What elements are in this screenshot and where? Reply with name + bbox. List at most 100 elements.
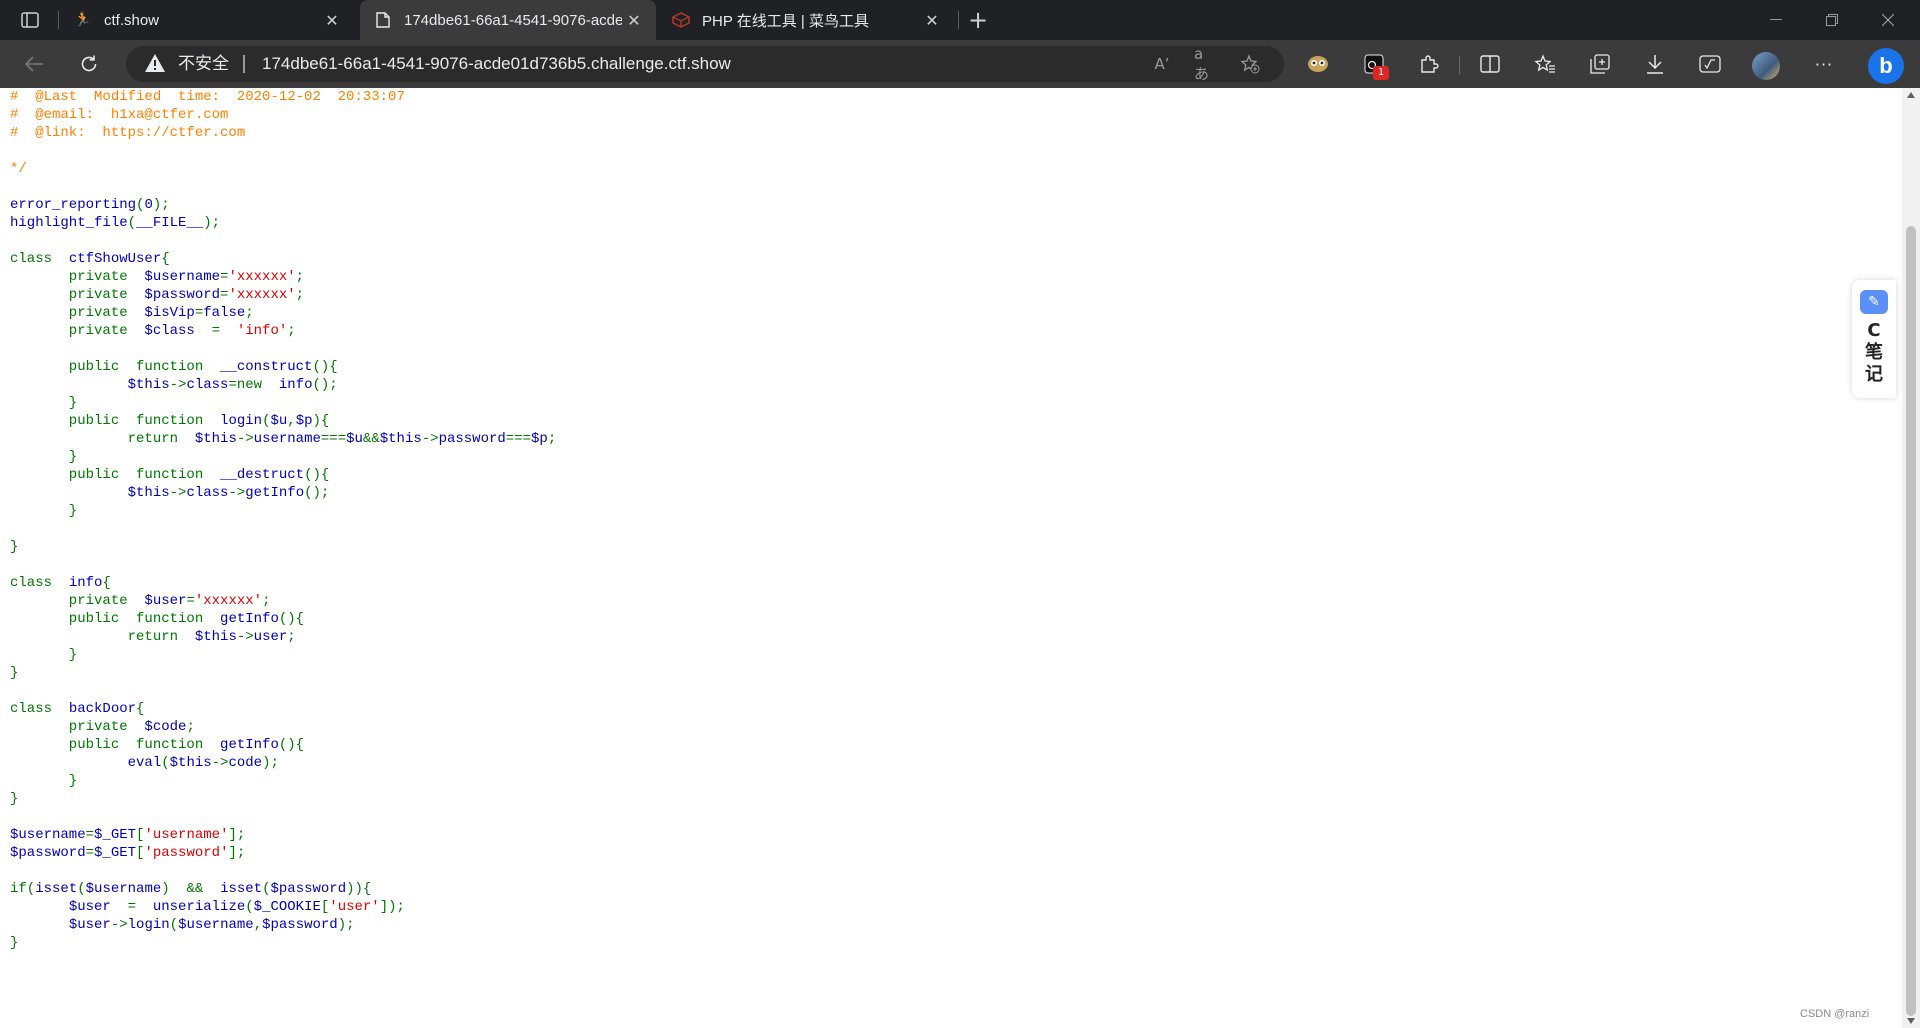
math-solver-icon[interactable] [1696, 50, 1724, 78]
refresh-button[interactable] [75, 50, 103, 78]
note-pen-icon: ✎ [1860, 290, 1888, 314]
code-line: } [10, 790, 556, 808]
code-line: } [10, 646, 556, 664]
code-token: $u [346, 431, 363, 447]
code-token: __destruct [220, 467, 305, 483]
close-window-icon[interactable] [1860, 0, 1916, 40]
code-line: eval($this->code); [10, 754, 556, 772]
code-line: $this->class=new info(); [10, 376, 556, 394]
code-token: isset [35, 881, 78, 897]
warning-icon[interactable] [144, 53, 166, 75]
back-button[interactable] [20, 50, 48, 78]
code-line: class backDoor{ [10, 700, 556, 718]
code-token: public function [10, 611, 221, 627]
tab-ctf-show[interactable]: 🏃 ctf.show ✕ [62, 0, 354, 40]
code-token: unserialize [152, 899, 246, 915]
bing-copilot-button[interactable]: b [1868, 48, 1904, 84]
code-token: # @Last Modified time: 2020-12-02 20:33:… [10, 89, 405, 105]
close-tab-icon[interactable]: ✕ [320, 11, 344, 30]
close-tab-icon[interactable]: ✕ [920, 11, 944, 30]
code-line: error_reporting(0); [10, 196, 556, 214]
code-token: $u [270, 413, 288, 429]
csdn-note-widget[interactable]: ✎ C 笔 记 [1852, 280, 1896, 398]
code-token: } [10, 449, 78, 465]
tab-runoob[interactable]: PHP 在线工具 | 菜鸟工具 ✕ [660, 0, 954, 40]
code-token: ( [77, 881, 86, 897]
favorites-icon[interactable] [1531, 50, 1559, 78]
code-token: info [278, 377, 313, 393]
more-options-icon[interactable]: ··· [1810, 50, 1838, 78]
code-token: === [320, 431, 347, 447]
code-token: code [228, 755, 263, 771]
code-line: $password=$_GET['password']; [10, 844, 556, 862]
code-token: __construct [220, 359, 313, 375]
code-token: ( [245, 899, 254, 915]
code-token: { [102, 575, 111, 591]
translate-icon[interactable]: aあ [1194, 45, 1218, 83]
restore-icon[interactable] [1804, 0, 1860, 40]
code-token: */ [10, 161, 27, 177]
code-token: && [362, 431, 380, 447]
code-token: login [127, 917, 170, 933]
code-line: public function login($u,$p){ [10, 412, 556, 430]
code-token: ); [262, 755, 279, 771]
code-line: $user = unserialize($_COOKIE['user']); [10, 898, 556, 916]
code-line: public function __construct(){ [10, 358, 556, 376]
read-aloud-icon[interactable]: A’ [1150, 52, 1174, 76]
code-token: 'password' [144, 845, 229, 861]
code-token: $user [68, 899, 128, 915]
extension-owl-icon[interactable] [1304, 50, 1332, 78]
code-token: (){ [278, 737, 305, 753]
watermark: CSDN @ranzi [1800, 1008, 1870, 1020]
code-token: class [10, 701, 69, 717]
code-line: } [10, 664, 556, 682]
profile-avatar[interactable] [1752, 52, 1780, 80]
close-tab-icon[interactable]: ✕ [622, 11, 646, 30]
downloads-icon[interactable] [1641, 50, 1669, 78]
minimize-icon[interactable] [1748, 0, 1804, 40]
scroll-up-arrow-icon[interactable] [1907, 92, 1915, 98]
url-text[interactable]: 174dbe61-66a1-4541-9076-acde01d736b5.cha… [262, 46, 731, 82]
code-line: } [10, 448, 556, 466]
php-source-code: # @Last Modified time: 2020-12-02 20:33:… [10, 88, 556, 952]
code-token: $p [531, 431, 548, 447]
tab-challenge[interactable]: 174dbe61-66a1-4541-9076-acde ✕ [360, 0, 656, 40]
code-line: $username=$_GET['username']; [10, 826, 556, 844]
code-token: = [211, 323, 237, 339]
code-line: private $user='xxxxxx'; [10, 592, 556, 610]
new-tab-button[interactable]: + [964, 6, 992, 34]
code-token: eval [127, 755, 162, 771]
code-token: ; [295, 269, 305, 285]
tab-actions-icon[interactable] [16, 6, 44, 34]
code-token: ctfShowUser [68, 251, 162, 267]
vertical-scrollbar[interactable] [1902, 88, 1920, 1028]
collections-icon[interactable] [1586, 50, 1614, 78]
code-line: } [10, 538, 556, 556]
address-bar[interactable]: 不安全 174dbe61-66a1-4541-9076-acde01d736b5… [126, 45, 1284, 83]
code-line: if(isset($username) && isset($password))… [10, 880, 556, 898]
code-token: 'user' [329, 899, 380, 915]
extensions-puzzle-icon[interactable] [1415, 50, 1443, 78]
code-line: highlight_file(__FILE__); [10, 214, 556, 232]
code-token: getInfo [220, 611, 279, 627]
code-token: $this [379, 431, 422, 447]
browser-toolbar: 不安全 174dbe61-66a1-4541-9076-acde01d736b5… [0, 40, 1920, 88]
code-token: -> [169, 377, 187, 393]
split-screen-icon[interactable] [1476, 50, 1504, 78]
code-token: private [10, 719, 145, 735]
code-token: 'xxxxxx' [194, 593, 263, 609]
code-token: public function [10, 413, 221, 429]
security-label[interactable]: 不安全 [178, 46, 229, 82]
code-token: ( [169, 917, 179, 933]
code-token: getInfo [245, 485, 305, 501]
code-token: , [287, 413, 296, 429]
scroll-down-arrow-icon[interactable] [1907, 1018, 1915, 1024]
scrollbar-thumb[interactable] [1906, 226, 1916, 1016]
code-line: return $this->user; [10, 628, 556, 646]
code-token: ; [186, 719, 195, 735]
page-content: # @Last Modified time: 2020-12-02 20:33:… [0, 88, 1902, 1028]
add-favorite-icon[interactable] [1238, 52, 1262, 76]
code-token: false [203, 305, 246, 321]
code-line: private $password='xxxxxx'; [10, 286, 556, 304]
